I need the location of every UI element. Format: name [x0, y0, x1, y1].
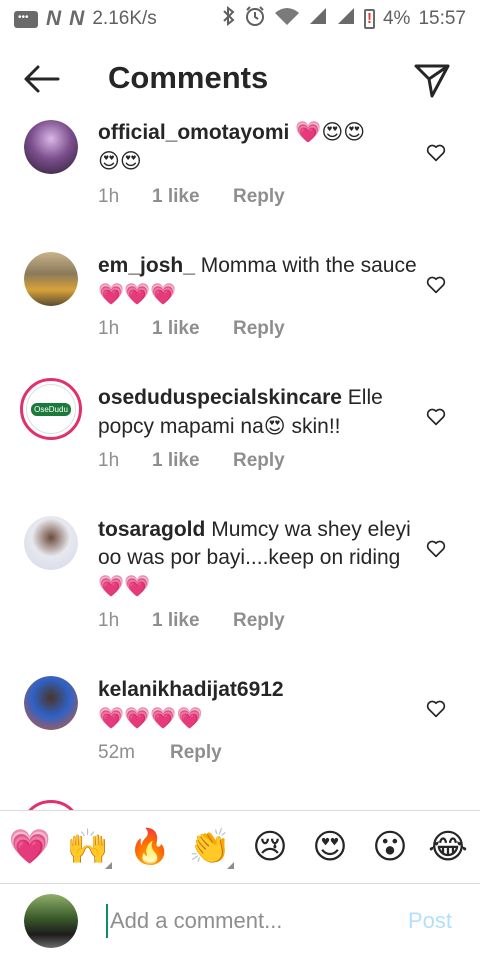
comment-body: em_josh_ Momma with the sauce💗💗💗	[98, 252, 418, 309]
paper-plane-icon	[414, 64, 450, 98]
signal-icon	[308, 6, 328, 32]
avatar[interactable]	[20, 800, 82, 810]
comment-username[interactable]: tosaragold	[98, 518, 205, 541]
reply-button[interactable]: Reply	[233, 450, 285, 472]
comment-composer: Post	[0, 884, 480, 960]
heart-outline-icon	[426, 408, 446, 426]
comment-likes[interactable]: 1 like	[152, 610, 233, 632]
back-button[interactable]	[22, 62, 62, 96]
emoji-clapping-glyph: 👏	[188, 827, 232, 867]
share-button[interactable]	[412, 60, 452, 100]
heart-outline-icon	[426, 540, 446, 558]
arrow-left-icon	[24, 65, 60, 93]
heart-outline-icon	[426, 144, 446, 162]
comment-time: 1h	[98, 450, 120, 471]
avatar-logo-label: OseDudu	[31, 402, 71, 416]
emoji-surprised-button[interactable]: 😮	[366, 825, 414, 869]
network-speed: 2.16K/s	[92, 8, 157, 29]
comment-meta: 1h 1 like Reply	[98, 610, 285, 632]
bluetooth-icon	[222, 5, 236, 32]
comment-username[interactable]: official_omotayomi	[98, 121, 289, 144]
reply-button[interactable]: Reply	[170, 742, 222, 764]
comment-meta: 1h 1 like Reply	[98, 450, 285, 472]
heart-outline-icon	[426, 700, 446, 718]
skin-tone-indicator-icon	[227, 862, 234, 869]
clock: 15:57	[418, 8, 466, 29]
emoji-heart-button[interactable]: 💗	[6, 825, 54, 869]
comments-list[interactable]: official_omotayomi 💗😍😍 😍😍 1h 1 like Reply…	[0, 110, 480, 810]
reply-button[interactable]: Reply	[233, 610, 285, 632]
comment-body: kelanikhadijat6912 💗💗💗💗	[98, 676, 418, 733]
page-title: Comments	[108, 60, 269, 95]
post-button[interactable]: Post	[408, 908, 452, 934]
emoji-crying-button[interactable]: 😢	[246, 825, 294, 869]
emoji-laughing-button[interactable]: 😂	[424, 825, 472, 869]
reply-button[interactable]: Reply	[233, 318, 285, 340]
battery-alert-icon	[363, 9, 375, 29]
skin-tone-indicator-icon	[105, 862, 112, 869]
comment-time: 1h	[98, 610, 120, 631]
comment-likes[interactable]: 1 like	[152, 450, 233, 472]
comment-time: 52m	[98, 742, 135, 763]
alarm-icon	[244, 5, 266, 33]
n-icon: N	[69, 7, 85, 30]
n-icon: N	[46, 7, 62, 30]
comment-username[interactable]: oseduduspecialskincare	[98, 386, 342, 409]
emoji-clapping-button[interactable]: 👏	[186, 825, 234, 869]
comment-body: official_omotayomi 💗😍😍 😍😍	[98, 118, 418, 176]
emoji-raised-hands-button[interactable]: 🙌	[64, 825, 112, 869]
comment-meta: 52m Reply	[98, 742, 222, 764]
comment-time: 1h	[98, 318, 120, 339]
avatar[interactable]	[24, 252, 78, 306]
signal-icon	[336, 6, 356, 32]
comment-body: tosaragold Mumcy wa shey eleyi oo was po…	[98, 516, 418, 601]
header: Comments	[0, 52, 480, 108]
avatar[interactable]	[24, 120, 78, 174]
emoji-quick-bar: 💗 🙌 🔥 👏 😢 😍 😮 😂	[0, 810, 480, 884]
avatar[interactable]: OseDudu	[20, 378, 82, 440]
comment-username[interactable]: em_josh_	[98, 254, 195, 277]
comment-likes[interactable]: 1 like	[152, 318, 233, 340]
like-button[interactable]	[426, 408, 450, 430]
emoji-raised-hands-glyph: 🙌	[66, 827, 110, 867]
comment-likes[interactable]: 1 like	[152, 186, 233, 208]
wifi-icon	[274, 6, 300, 32]
like-button[interactable]	[426, 276, 450, 298]
comment-body: oseduduspecialskincare Elle popcy mapami…	[98, 384, 418, 441]
emoji-heart-eyes-button[interactable]: 😍	[306, 825, 354, 869]
heart-outline-icon	[426, 276, 446, 294]
reply-button[interactable]: Reply	[233, 186, 285, 208]
comment-username[interactable]: kelanikhadijat6912	[98, 678, 284, 701]
avatar[interactable]	[24, 676, 78, 730]
comment-time: 1h	[98, 186, 120, 207]
current-user-avatar	[24, 894, 78, 948]
comment-input[interactable]	[106, 904, 396, 938]
like-button[interactable]	[426, 700, 450, 722]
like-button[interactable]	[426, 540, 450, 562]
emoji-fire-button[interactable]: 🔥	[126, 825, 174, 869]
comment-text: 💗💗💗💗	[98, 706, 203, 730]
comment-meta: 1h 1 like Reply	[98, 318, 285, 340]
comment-meta: 1h 1 like Reply	[98, 186, 285, 208]
message-icon	[14, 10, 38, 28]
status-bar: N N 2.16K/s 4% 15:57	[0, 0, 480, 38]
like-button[interactable]	[426, 144, 450, 166]
avatar[interactable]	[24, 516, 78, 570]
battery-percent: 4%	[382, 8, 411, 29]
